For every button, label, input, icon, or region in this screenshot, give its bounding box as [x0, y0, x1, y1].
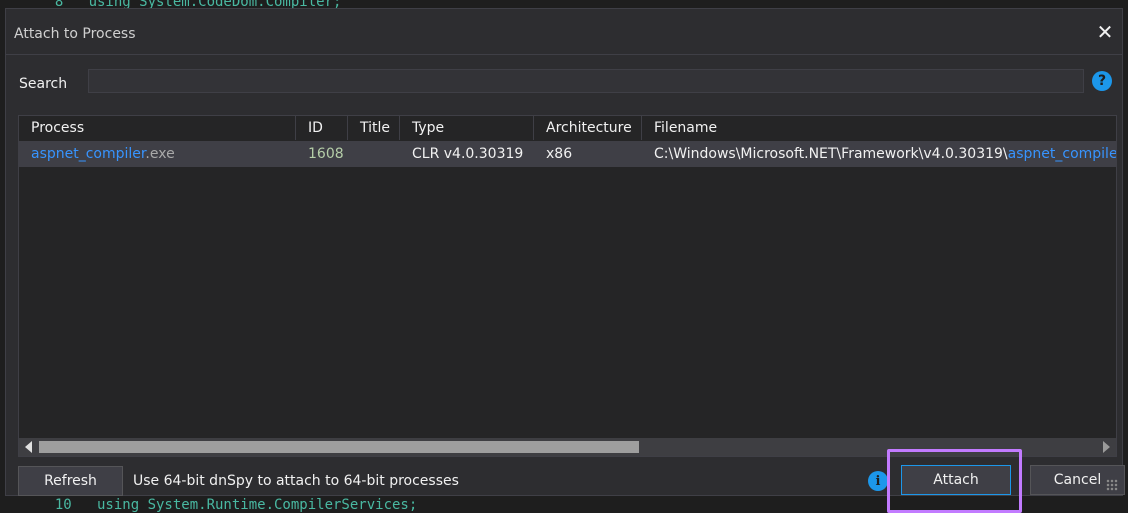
column-header-process[interactable]: Process: [19, 116, 296, 140]
close-button[interactable]: ✕: [1092, 19, 1118, 45]
dialog-title: Attach to Process: [14, 26, 136, 42]
filename-dir: C:\Windows\Microsoft.NET\Framework\v4.0.…: [654, 146, 1008, 162]
search-label: Search: [19, 76, 68, 92]
attach-button[interactable]: Attach: [901, 465, 1011, 495]
scrollbar-thumb[interactable]: [39, 441, 639, 453]
process-list[interactable]: Process ID Title Type Architecture Filen…: [18, 115, 1117, 457]
scroll-left-icon[interactable]: [25, 441, 32, 453]
process-architecture-cell: x86: [546, 146, 573, 162]
code-line: 10 using System.Runtime.CompilerServices…: [38, 497, 418, 513]
close-icon: ✕: [1096, 20, 1114, 44]
process-name: aspnet_compiler: [31, 146, 146, 162]
process-ext: .exe: [145, 146, 175, 162]
column-header-architecture[interactable]: Architecture: [534, 116, 642, 140]
column-header-title[interactable]: Title: [348, 116, 400, 140]
hint-text: Use 64-bit dnSpy to attach to 64-bit pro…: [133, 473, 459, 489]
filename-file: aspnet_compiler.exe: [1007, 146, 1117, 162]
process-id-cell: 1608: [308, 146, 344, 162]
attach-to-process-dialog: Attach to Process ✕ Search ? Process ID …: [5, 8, 1125, 513]
column-header-row: Process ID Title Type Architecture Filen…: [19, 116, 1116, 140]
table-row[interactable]: aspnet_compiler.exe 1608 CLR v4.0.30319 …: [19, 141, 1116, 167]
info-icon: i: [868, 471, 888, 491]
column-header-filename[interactable]: Filename: [642, 116, 1116, 140]
search-input[interactable]: [88, 69, 1084, 93]
resize-grip-icon[interactable]: [1106, 479, 1118, 491]
column-header-id[interactable]: ID: [296, 116, 348, 140]
process-title-cell: [348, 141, 400, 167]
scroll-right-icon[interactable]: [1103, 441, 1110, 453]
refresh-button[interactable]: Refresh: [18, 466, 123, 496]
help-icon[interactable]: ?: [1092, 71, 1112, 91]
column-header-type[interactable]: Type: [400, 116, 534, 140]
process-name-cell: aspnet_compiler.exe: [19, 141, 296, 167]
process-filename-cell: C:\Windows\Microsoft.NET\Framework\v4.0.…: [642, 141, 1117, 167]
dialog-titlebar: Attach to Process ✕: [6, 9, 1122, 55]
process-type-cell: CLR v4.0.30319: [412, 146, 524, 162]
